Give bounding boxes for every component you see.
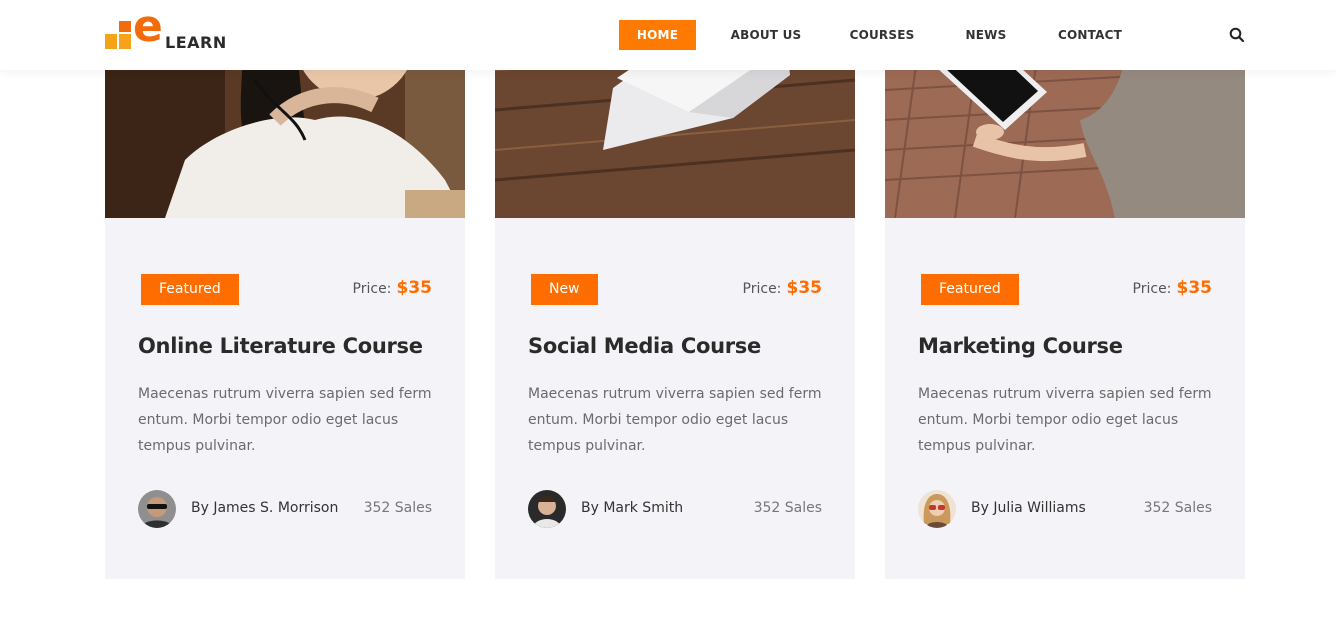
price-value: $35 [786, 278, 823, 298]
course-description: Maecenas rutrum viverra sapien sed ferm … [138, 386, 432, 454]
course-author[interactable]: By Mark Smith [581, 500, 683, 516]
course-sales: 352 Sales [753, 500, 822, 516]
author-avatar [138, 490, 176, 528]
author-avatar [918, 490, 956, 528]
course-sales: 352 Sales [1143, 500, 1212, 516]
course-card[interactable]: Featured Price: $35 Online Literature Co… [105, 0, 465, 579]
nav-news[interactable]: NEWS [961, 20, 1011, 50]
logo-text: LEARN [165, 33, 227, 52]
course-price: Price: $35 [353, 278, 432, 298]
site-logo[interactable]: e LEARN [105, 5, 245, 52]
logo-square [105, 34, 117, 49]
price-value: $35 [1176, 278, 1213, 298]
course-title[interactable]: Social Media Course [528, 334, 838, 358]
course-badge: Featured [141, 274, 239, 305]
price-label: Price: [352, 281, 392, 297]
course-card[interactable]: New Price: $35 Social Media Course Maece… [495, 0, 855, 579]
nav-courses[interactable]: COURSES [847, 20, 917, 50]
logo-square [119, 21, 131, 32]
logo-square [119, 34, 131, 49]
price-value: $35 [396, 278, 433, 298]
course-description: Maecenas rutrum viverra sapien sed ferm … [528, 386, 822, 454]
course-title[interactable]: Online Literature Course [138, 334, 448, 358]
nav-about-us[interactable]: ABOUT US [726, 20, 806, 50]
course-sales: 352 Sales [363, 500, 432, 516]
logo-mark: e [133, 1, 163, 52]
price-label: Price: [1132, 281, 1172, 297]
course-price: Price: $35 [1133, 278, 1212, 298]
author-avatar [528, 490, 566, 528]
course-author[interactable]: By Julia Williams [971, 500, 1086, 516]
course-author[interactable]: By James S. Morrison [191, 500, 338, 516]
nav-contact[interactable]: CONTACT [1055, 20, 1125, 50]
price-label: Price: [742, 281, 782, 297]
site-header: e LEARN HOME ABOUT US COURSES NEWS CONTA… [0, 0, 1336, 70]
course-badge: Featured [921, 274, 1019, 305]
course-price: Price: $35 [743, 278, 822, 298]
course-title[interactable]: Marketing Course [918, 334, 1228, 358]
nav-home[interactable]: HOME [619, 20, 696, 50]
search-icon[interactable] [1229, 27, 1245, 43]
course-badge: New [531, 274, 598, 305]
course-card[interactable]: Featured Price: $35 Marketing Course Mae… [885, 0, 1245, 579]
course-description: Maecenas rutrum viverra sapien sed ferm … [918, 386, 1212, 454]
